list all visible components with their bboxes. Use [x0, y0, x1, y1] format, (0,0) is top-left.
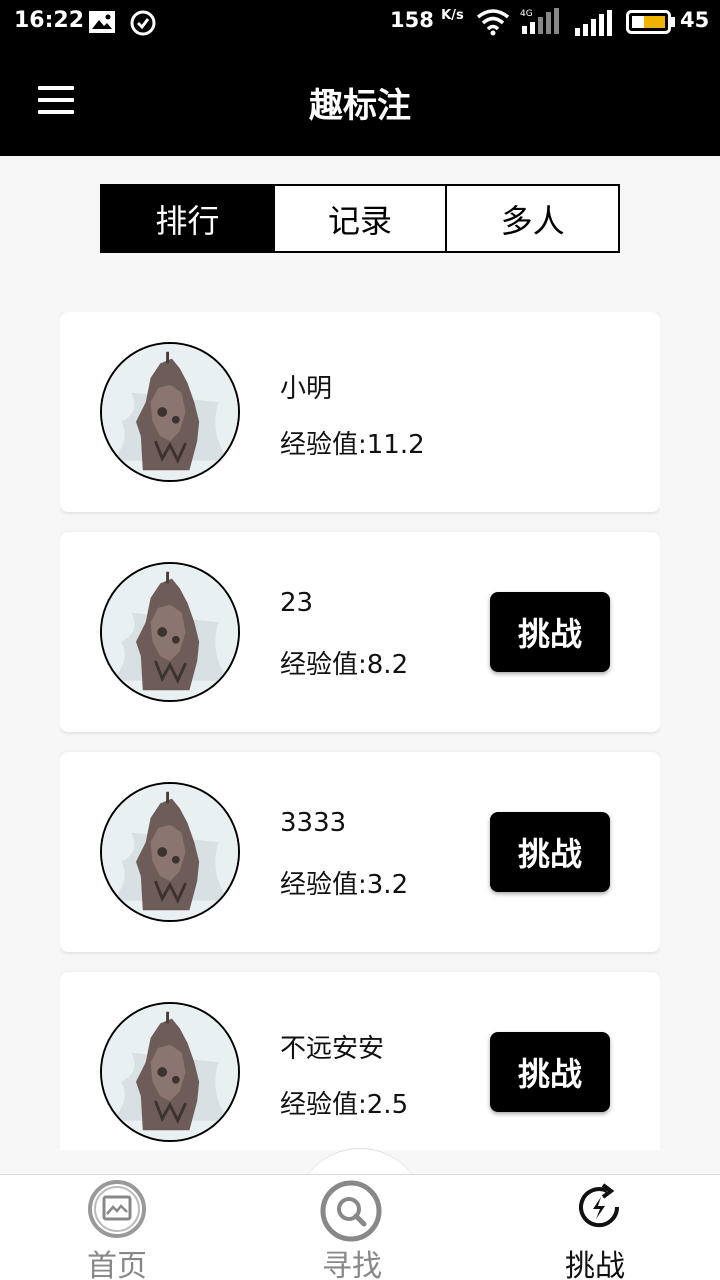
- experience-value: 经验值:2.5: [280, 1090, 409, 1120]
- status-bar: 16:22 158 K/s 4G 45: [0, 0, 720, 44]
- wifi-icon: [476, 8, 510, 40]
- user-name: 3333: [280, 808, 347, 838]
- status-time: 16:22: [14, 8, 85, 33]
- network-speed: 158 K/s: [390, 8, 464, 32]
- battery-icon: [626, 10, 676, 38]
- tab-records[interactable]: 记录: [272, 186, 446, 251]
- segmented-tabs: 排行 记录 多人: [100, 184, 620, 253]
- nav-label: 寻找: [322, 1249, 382, 1280]
- list-item: 小明 经验值:11.2: [60, 312, 660, 512]
- app-bar: 趣标注: [0, 44, 720, 156]
- nav-label: 首页: [87, 1249, 147, 1280]
- nav-item-challenge[interactable]: 挑战: [515, 1175, 675, 1280]
- challenge-button[interactable]: 挑战: [490, 812, 610, 892]
- list-item: 3333 经验值:3.2 挑战: [60, 752, 660, 952]
- user-name: 23: [280, 588, 314, 618]
- lightning-refresh-icon: [573, 1181, 625, 1237]
- list-item: 23 经验值:8.2 挑战: [60, 532, 660, 732]
- tab-multiplayer[interactable]: 多人: [445, 186, 618, 251]
- nav-item-home[interactable]: 首页: [37, 1175, 197, 1280]
- experience-value: 经验值:11.2: [280, 430, 425, 460]
- experience-value: 经验值:3.2: [280, 870, 409, 900]
- image-icon: [88, 10, 116, 38]
- user-name: 小明: [280, 374, 333, 404]
- challenge-button[interactable]: 挑战: [490, 592, 610, 672]
- user-name: 不远安安: [280, 1034, 385, 1064]
- avatar: [100, 782, 240, 922]
- cell-signal-icon: 4G: [520, 6, 560, 40]
- nav-item-search[interactable]: 寻找: [272, 1153, 432, 1280]
- avatar: [100, 1002, 240, 1142]
- challenge-button[interactable]: 挑战: [490, 1032, 610, 1112]
- leaderboard-list[interactable]: 小明 经验值:11.2 23 经验值:8.2 挑战 3333 经验值:3.2 挑…: [60, 312, 660, 1150]
- avatar: [100, 342, 240, 482]
- battery-level: 45: [680, 8, 710, 32]
- list-item: 不远安安 经验值:2.5 挑战: [60, 972, 660, 1150]
- tab-ranking[interactable]: 排行: [102, 186, 273, 251]
- nav-label: 挑战: [565, 1249, 625, 1280]
- cell-signal-icon-2: [574, 10, 612, 40]
- experience-value: 经验值:8.2: [280, 650, 409, 680]
- svg-text:4G: 4G: [520, 9, 533, 19]
- image-icon: [87, 1179, 147, 1243]
- check-circle-icon: [130, 10, 156, 40]
- avatar: [100, 562, 240, 702]
- bottom-nav: 首页 寻找 挑战: [0, 1174, 720, 1280]
- search-icon: [319, 1179, 383, 1247]
- app-title: 趣标注: [309, 86, 411, 126]
